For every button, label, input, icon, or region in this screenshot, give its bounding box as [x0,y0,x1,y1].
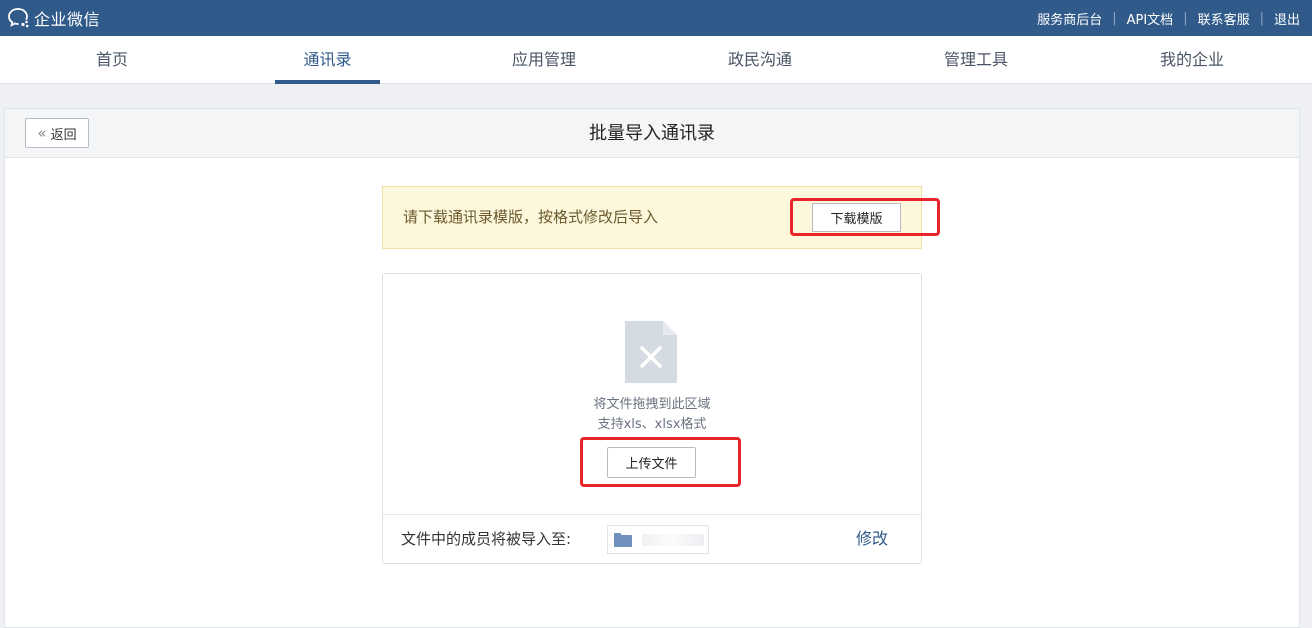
nav-tab-citizen-communication[interactable]: 政民沟通 [708,36,812,84]
upload-footer-divider [383,514,921,515]
panel-header: 批量导入通讯录 « 返回 [5,109,1299,158]
back-button-label: 返回 [50,127,77,143]
nav-tab-my-enterprise[interactable]: 我的企业 [1140,36,1244,84]
import-target-department[interactable] [607,525,709,554]
double-chevron-left-icon: « [37,123,47,142]
main-nav: 首页 通讯录 应用管理 政民沟通 管理工具 我的企业 [0,36,1312,84]
link-contact-support[interactable]: 联系客服 [1198,9,1250,28]
drop-hint-text: 将文件拖拽到此区域 [593,397,711,412]
nav-tab-home[interactable]: 首页 [60,36,164,84]
upload-hint: 将文件拖拽到此区域 支持xls、xlsx格式 [382,395,922,435]
active-tab-indicator [275,80,380,84]
page-title: 批量导入通讯录 [589,123,715,144]
nav-tab-management-tools[interactable]: 管理工具 [924,36,1028,84]
format-hint-text: 支持xls、xlsx格式 [597,417,707,432]
folder-icon [614,532,632,547]
notice-text: 请下载通讯录模版，按格式修改后导入 [403,208,659,226]
app-title: 企业微信 [34,10,101,29]
link-separator: | [1112,10,1117,26]
link-separator: | [1183,10,1188,26]
back-button[interactable]: « 返回 [25,118,89,148]
wechat-work-logo-icon [8,8,29,28]
top-bar: 企业微信 服务商后台 | API文档 | 联系客服 | 退出 [0,0,1312,36]
link-logout[interactable]: 退出 [1274,9,1300,28]
top-links: 服务商后台 | API文档 | 联系客服 | 退出 [1037,0,1300,36]
app-logo[interactable]: 企业微信 [6,5,100,31]
nav-tab-app-management[interactable]: 应用管理 [492,36,596,84]
link-api-docs[interactable]: API文档 [1127,9,1174,28]
modify-target-link[interactable]: 修改 [856,526,888,552]
highlight-box-upload [580,437,741,487]
nav-tab-contacts[interactable]: 通讯录 [275,36,380,84]
link-separator: | [1259,10,1264,26]
import-target-label: 文件中的成员将被导入至: [401,530,572,548]
invalid-file-icon [625,321,677,383]
link-service-provider[interactable]: 服务商后台 [1037,9,1102,28]
highlight-box-download [790,198,940,236]
department-name-redacted [642,533,704,546]
